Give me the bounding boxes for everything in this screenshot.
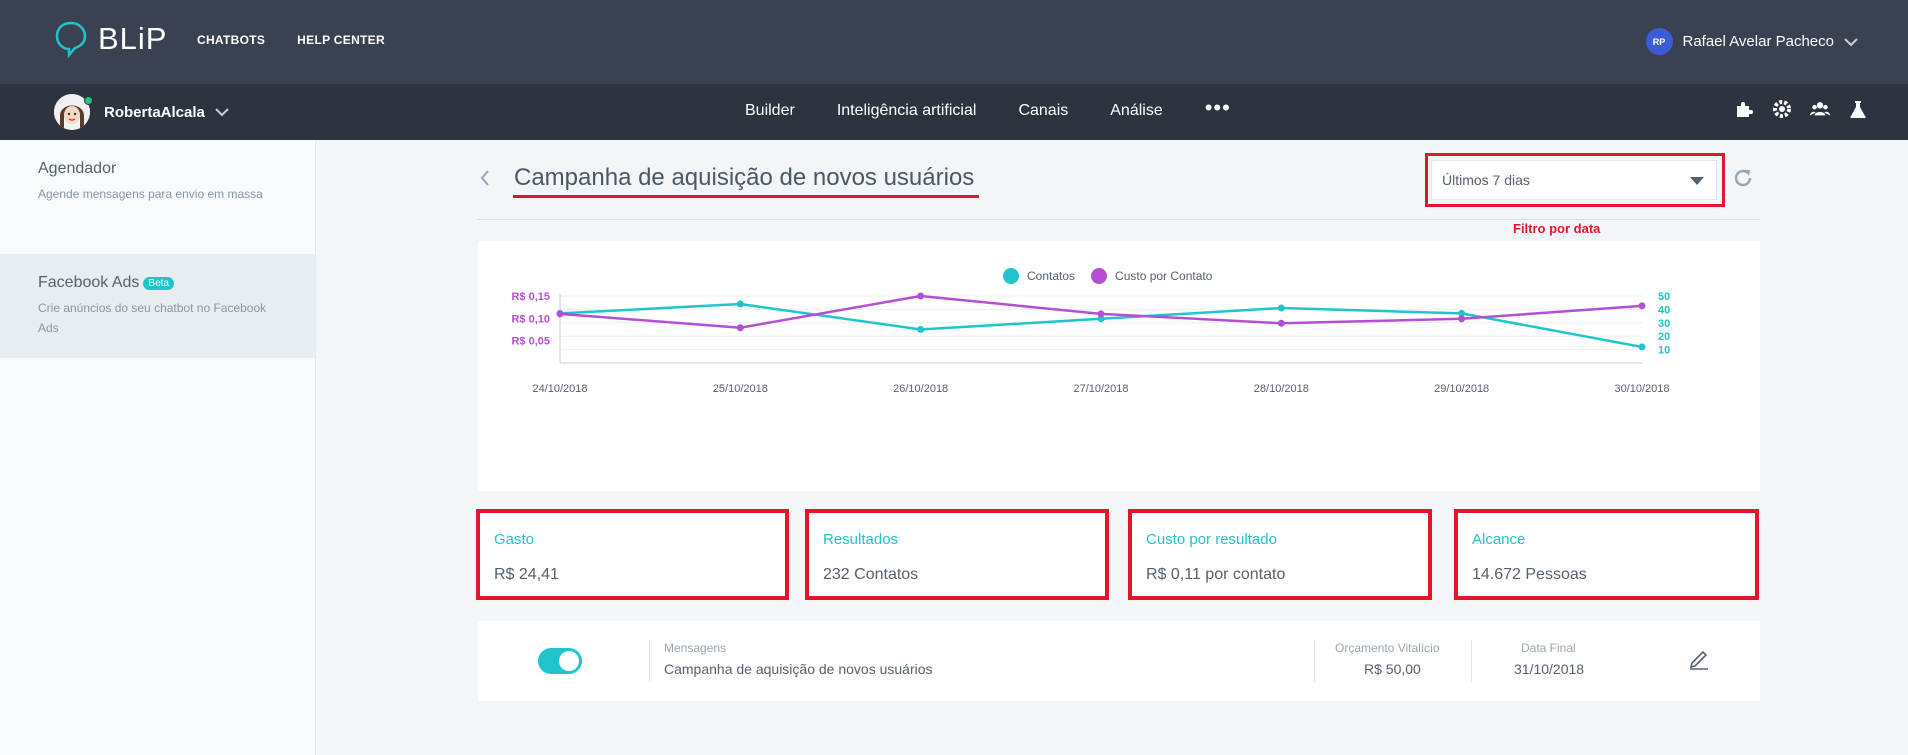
- sidebar-item-scheduler[interactable]: Agendador Agende mensagens para envio em…: [0, 140, 315, 224]
- chevron-down-icon: [1844, 37, 1858, 46]
- x-tick-label: 26/10/2018: [893, 383, 948, 395]
- y-right-tick-label: 20: [1658, 331, 1670, 343]
- kpi-value: 14.672 Pessoas: [1472, 566, 1587, 583]
- user-name: Rafael Avelar Pacheco: [1682, 33, 1835, 50]
- more-menu-button[interactable]: •••: [1205, 95, 1231, 121]
- data-point: [1458, 315, 1466, 323]
- y-left-tick-label: R$ 0,05: [511, 336, 550, 348]
- data-point: [1638, 302, 1646, 310]
- chevron-down-icon: [215, 108, 229, 117]
- x-tick-label: 29/10/2018: [1434, 383, 1489, 395]
- budget-value: R$ 50,00: [1364, 661, 1421, 677]
- beta-badge: Beta: [143, 276, 174, 290]
- edit-pencil-icon[interactable]: [1688, 647, 1710, 671]
- sidebar: Agendador Agende mensagens para envio em…: [0, 140, 316, 755]
- data-point: [1277, 304, 1285, 312]
- kpi-value: R$ 0,11 por contato: [1146, 566, 1286, 583]
- kpi-spent: Gasto R$ 24,41: [476, 509, 789, 600]
- caret-down-icon: [1690, 177, 1704, 185]
- messages-label: Mensagens: [664, 641, 727, 655]
- kpi-label: Alcance: [1472, 531, 1526, 548]
- kpi-label: Resultados: [823, 531, 899, 548]
- x-tick-label: 30/10/2018: [1614, 383, 1669, 395]
- nav-ai[interactable]: Inteligência artificial: [837, 102, 977, 120]
- kpi-label: Gasto: [494, 531, 535, 548]
- date-range-value: Últimos 7 dias: [1442, 172, 1530, 188]
- end-date-value: 31/10/2018: [1514, 661, 1585, 677]
- kpi-label: Custo por resultado: [1146, 531, 1277, 548]
- data-point: [736, 324, 744, 332]
- kpi-cost-per-result: Custo por resultado R$ 0,11 por contato: [1128, 509, 1432, 600]
- toolbar-icons: [1734, 98, 1868, 120]
- puzzle-icon[interactable]: [1734, 98, 1754, 120]
- user-avatar: RP: [1645, 28, 1673, 55]
- x-tick-label: 25/10/2018: [713, 383, 768, 395]
- bot-name: RobertaAlcala: [104, 103, 205, 121]
- x-tick-label: 27/10/2018: [1073, 383, 1128, 395]
- divider: [1471, 640, 1472, 682]
- kpi-value: 232 Contatos: [823, 566, 919, 583]
- date-range-select[interactable]: Últimos 7 dias: [1431, 160, 1717, 200]
- divider: [649, 640, 650, 682]
- data-point: [736, 300, 744, 308]
- data-point: [1638, 343, 1646, 351]
- divider: [1314, 640, 1315, 682]
- data-point: [1277, 319, 1285, 327]
- y-right-tick-label: 10: [1658, 345, 1670, 357]
- refresh-icon[interactable]: [1731, 166, 1755, 190]
- line-chart: R$ 0,15 R$ 0,10 R$ 0,05 5040 3020 10 24/10/201…: [511, 291, 1670, 395]
- sidebar-item-desc: Crie anúncios do seu chatbot no Facebook…: [38, 301, 267, 335]
- logo-text: BLiP: [98, 21, 168, 56]
- y-right-tick-label: 50: [1658, 291, 1670, 303]
- sidebar-item-facebook-ads[interactable]: Facebook Ads Beta Crie anúncios do seu c…: [0, 254, 315, 358]
- bot-nav: Builder Inteligência artificial Canais A…: [745, 95, 1231, 121]
- bot-selector[interactable]: RobertaAlcala: [54, 94, 229, 130]
- data-point: [917, 326, 925, 333]
- x-tick-label: 28/10/2018: [1254, 383, 1309, 395]
- annotation-underline: [513, 195, 979, 198]
- data-point: [1097, 310, 1105, 318]
- nav-builder[interactable]: Builder: [745, 102, 795, 120]
- nav-analysis[interactable]: Análise: [1110, 102, 1162, 120]
- kpi-results: Resultados 232 Contatos: [805, 509, 1109, 600]
- messages-value: Campanha de aquisição de novos usuários: [664, 661, 933, 677]
- sidebar-item-desc: Agende mensagens para envio em massa: [38, 187, 263, 201]
- x-tick-label: 24/10/2018: [532, 383, 587, 395]
- y-left-tick-label: R$ 0,10: [511, 313, 550, 325]
- data-point: [917, 292, 925, 300]
- nav-chatbots[interactable]: CHATBOTS: [197, 33, 265, 47]
- blip-logo[interactable]: BLiP: [54, 20, 167, 58]
- sidebar-item-title: Facebook Ads Beta: [38, 274, 277, 292]
- kpi-value: R$ 24,41: [494, 566, 559, 583]
- campaign-row: Mensagens Campanha de aquisição de novos…: [478, 621, 1760, 701]
- team-icon[interactable]: [1810, 98, 1830, 120]
- end-date-label: Data Final: [1521, 641, 1576, 655]
- online-status-dot: [84, 96, 93, 105]
- speech-bubble-icon: [55, 21, 87, 58]
- top-bar: BLiP CHATBOTS HELP CENTER RP Rafael Avel…: [0, 0, 1908, 84]
- data-point: [556, 310, 564, 318]
- y-right-tick-label: 30: [1658, 318, 1670, 330]
- back-arrow-icon[interactable]: [478, 168, 492, 188]
- budget-label: Orçamento Vitalício: [1335, 641, 1440, 655]
- campaign-active-toggle[interactable]: [538, 648, 582, 674]
- nav-channels[interactable]: Canais: [1018, 102, 1068, 120]
- kpi-reach: Alcance 14.672 Pessoas: [1454, 509, 1759, 600]
- gear-icon[interactable]: [1772, 98, 1792, 120]
- annotation-label: Filtro por data: [1513, 221, 1601, 236]
- y-left-tick-label: R$ 0,15: [511, 291, 550, 303]
- user-menu[interactable]: RP Rafael Avelar Pacheco: [1645, 28, 1859, 55]
- divider: [477, 219, 1760, 220]
- flask-icon[interactable]: [1848, 98, 1868, 120]
- page-title: Campanha de aquisição de novos usuários: [514, 164, 975, 191]
- y-right-tick-label: 40: [1658, 304, 1670, 316]
- sidebar-item-label: Facebook Ads: [38, 274, 140, 291]
- top-nav: CHATBOTS HELP CENTER: [197, 33, 385, 47]
- bot-bar: RobertaAlcala Builder Inteligência artif…: [0, 84, 1908, 140]
- sidebar-item-title: Agendador: [38, 160, 117, 177]
- nav-help-center[interactable]: HELP CENTER: [297, 33, 385, 47]
